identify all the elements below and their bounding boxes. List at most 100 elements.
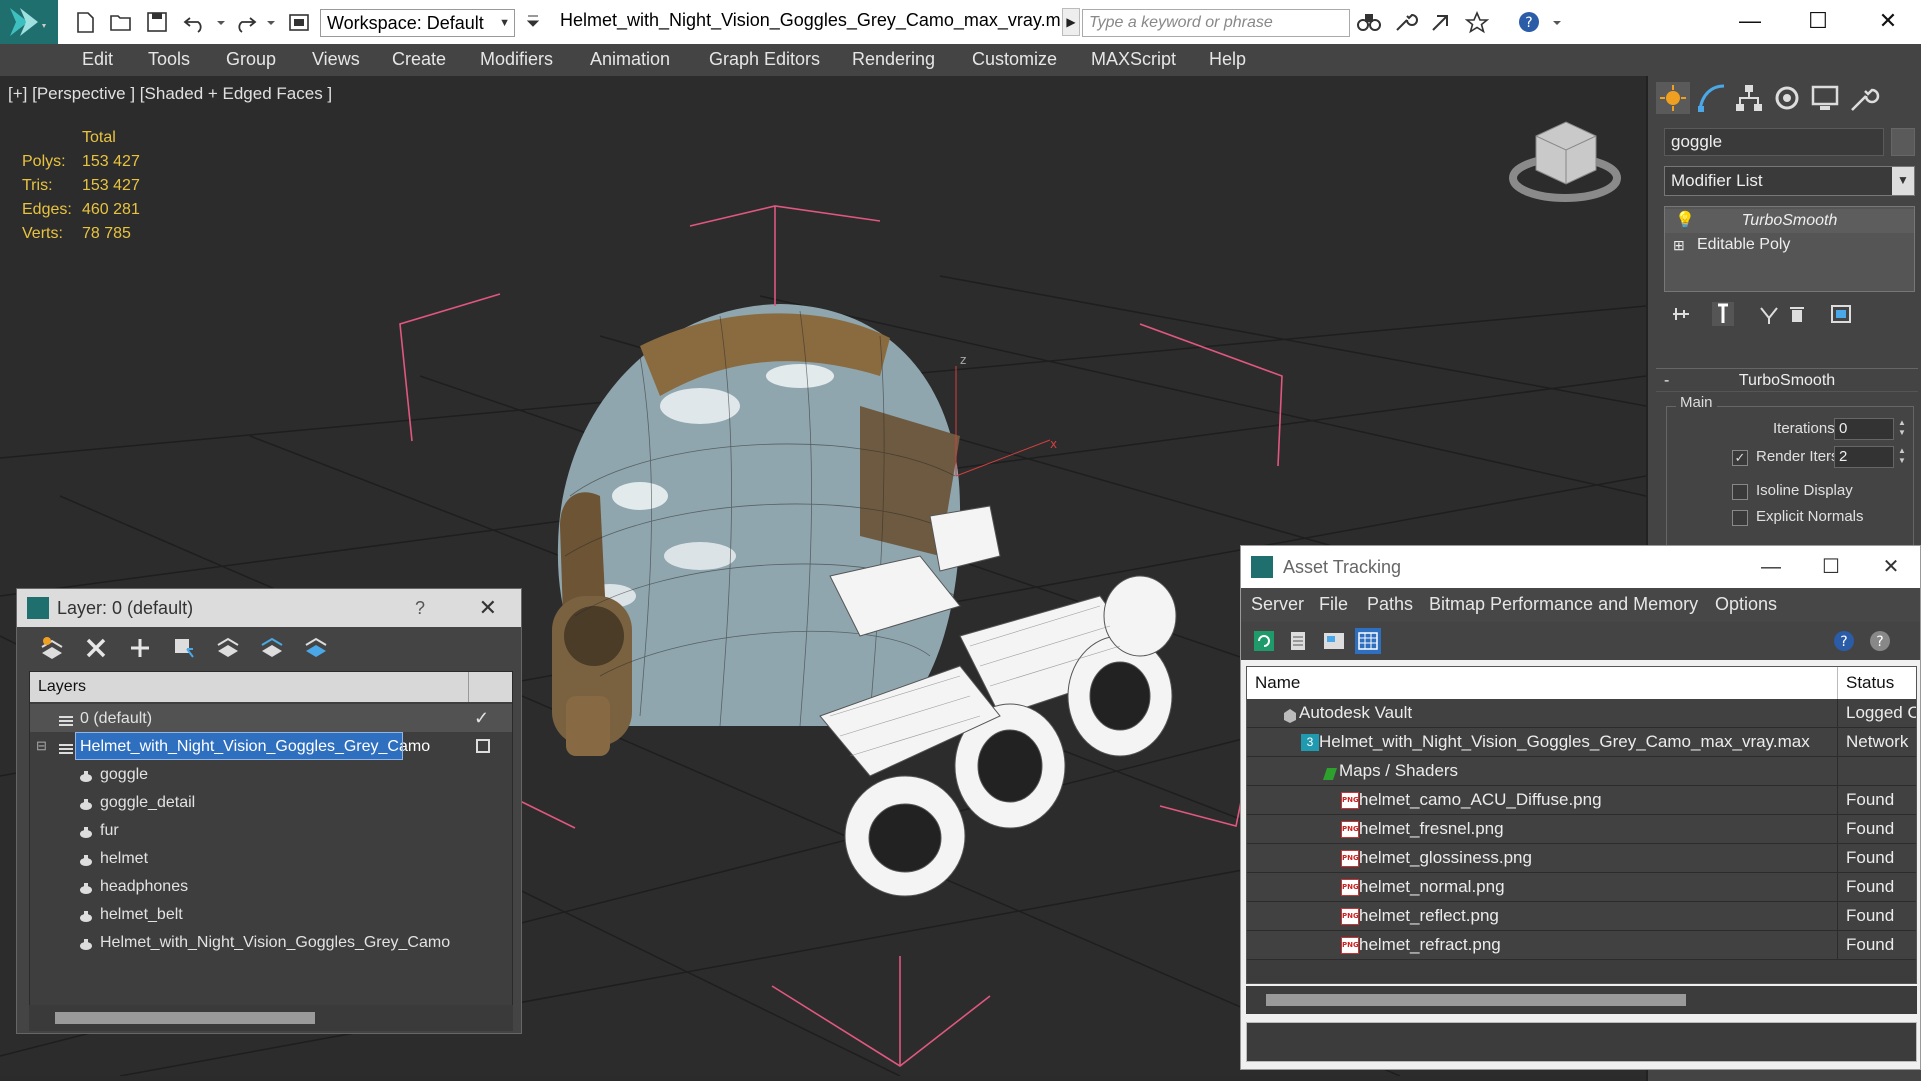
utilities-tab-icon[interactable] [1846,82,1880,114]
show-end-result-icon[interactable] [1712,302,1734,326]
pin-stack-icon[interactable] [1670,302,1692,326]
hierarchy-tab-icon[interactable] [1732,82,1766,114]
isoline-display-checkbox[interactable] [1732,484,1748,500]
menu-edit[interactable]: Edit [82,49,113,70]
collapse-minus-icon[interactable]: - [1664,369,1669,393]
highlight-selected-layer-icon[interactable] [215,635,241,661]
save-icon[interactable] [144,10,170,34]
horizontal-scrollbar[interactable] [1246,986,1917,1014]
window-close-button[interactable]: ✕ [1861,546,1921,588]
layer-row[interactable]: 0 (default) ✓ [30,704,512,732]
menu-create[interactable]: Create [392,49,446,70]
viewport-label[interactable]: [+] [Perspective ] [Shaded + Edged Faces… [8,84,332,104]
window-maximize-button[interactable]: ☐ [1801,546,1861,588]
menu-views[interactable]: Views [312,49,360,70]
search-input[interactable]: Type a keyword or phrase [1082,9,1350,37]
undo-icon[interactable] [182,10,208,34]
thumbnail-view-icon[interactable] [1321,628,1347,654]
spinner-arrows-icon[interactable]: ▲ ▼ [1896,446,1908,468]
window-minimize-button[interactable]: — [1741,546,1801,588]
help-button[interactable]: ? [415,589,425,627]
menu-server[interactable]: Server [1251,594,1304,615]
star-icon[interactable] [1464,10,1490,34]
layer-row[interactable]: ⊟ Helmet_with_Night_Vision_Goggles_Grey_… [30,732,512,760]
table-row[interactable]: Autodesk Vault Logged Out [1247,699,1916,728]
layers-column-header[interactable]: Layers [30,672,512,702]
menu-rendering[interactable]: Rendering [852,49,935,70]
lightbulb-icon[interactable]: 💡 [1675,209,1695,233]
remove-modifier-icon[interactable] [1786,302,1808,326]
collapse-minus-icon[interactable]: ⊟ [36,732,47,760]
table-row[interactable]: PNG helmet_reflect.png Found [1247,902,1916,931]
menu-bitmap-performance[interactable]: Bitmap Performance and Memory [1429,594,1698,615]
layer-window-titlebar[interactable]: Layer: 0 (default) ? ✕ [17,589,521,627]
spinner-arrows-icon[interactable]: ▲ ▼ [1896,418,1908,440]
table-row[interactable]: PNG helmet_glossiness.png Found [1247,844,1916,873]
delete-layer-icon[interactable] [83,635,109,661]
freeze-unfreeze-layers-icon[interactable] [303,635,329,661]
column-divider[interactable] [468,672,469,702]
object-row[interactable]: helmet [30,844,512,872]
help-dropdown-icon[interactable] [1544,10,1561,34]
scrollbar-thumb[interactable] [55,1012,315,1024]
binoculars-icon[interactable] [1356,10,1382,34]
motion-tab-icon[interactable] [1770,82,1804,114]
menu-graph-editors[interactable]: Graph Editors [709,49,820,70]
expand-arrow-icon[interactable]: ▶ [1062,8,1080,36]
configure-modifier-sets-icon[interactable] [1830,302,1852,326]
table-row[interactable]: PNG helmet_fresnel.png Found [1247,815,1916,844]
table-row[interactable]: Maps / Shaders [1247,757,1916,786]
active-layer-check-icon[interactable]: ✓ [474,704,489,732]
menu-file[interactable]: File [1319,594,1348,615]
turbosmooth-rollout-header[interactable]: - TurboSmooth [1656,368,1918,392]
object-row[interactable]: helmet_belt [30,900,512,928]
explicit-normals-checkbox[interactable] [1732,510,1748,526]
hide-unhide-layers-icon[interactable] [259,635,285,661]
create-tab-icon[interactable] [1656,82,1690,114]
horizontal-scrollbar[interactable] [29,1005,513,1031]
menu-help[interactable]: Help [1209,49,1246,70]
workspace-dropdown[interactable]: Workspace: Default ▼ [320,9,515,37]
display-tab-icon[interactable] [1808,82,1842,114]
column-header-status[interactable]: Status [1837,667,1894,699]
undo-dropdown-icon[interactable] [208,10,225,34]
open-folder-icon[interactable] [108,10,134,34]
menu-modifiers[interactable]: Modifiers [480,49,553,70]
wrench-icon[interactable] [1392,10,1418,34]
table-row[interactable]: PNG helmet_normal.png Found [1247,873,1916,902]
window-maximize-button[interactable]: ☐ [1788,4,1848,38]
project-folder-icon[interactable] [286,10,312,34]
object-row[interactable]: headphones [30,872,512,900]
menu-maxscript[interactable]: MAXScript [1091,49,1176,70]
stack-item-editable-poly[interactable]: ⊞ Editable Poly [1665,233,1914,257]
table-row[interactable]: 3 Helmet_with_Night_Vision_Goggles_Grey_… [1247,728,1916,757]
object-color-swatch[interactable] [1891,128,1915,156]
window-minimize-button[interactable]: — [1720,4,1780,38]
viewcube-icon[interactable] [1509,121,1621,202]
redo-icon[interactable] [232,10,258,34]
object-row[interactable]: Helmet_with_Night_Vision_Goggles_Grey_Ca… [30,928,512,956]
create-new-layer-icon[interactable] [39,635,65,661]
add-to-layer-icon[interactable] [127,635,153,661]
help-icon[interactable]: ? [1831,628,1857,654]
redo-dropdown-icon[interactable] [258,10,275,34]
object-row[interactable]: goggle [30,760,512,788]
table-row[interactable]: PNG helmet_refract.png Found [1247,931,1916,960]
object-row[interactable]: fur [30,816,512,844]
expand-plus-icon[interactable]: ⊞ [1673,233,1685,257]
menu-paths[interactable]: Paths [1367,594,1413,615]
render-iters-spinner[interactable]: 2 [1834,446,1894,468]
menu-group[interactable]: Group [226,49,276,70]
new-file-icon[interactable] [72,10,98,34]
column-header-name[interactable]: Name [1255,667,1300,699]
menu-customize[interactable]: Customize [972,49,1057,70]
object-name-field[interactable]: goggle [1664,128,1884,156]
modify-tab-icon[interactable] [1694,82,1728,114]
select-objects-in-layer-icon[interactable] [171,635,197,661]
make-unique-icon[interactable] [1758,302,1780,326]
close-button[interactable]: ✕ [479,589,497,627]
context-help-icon[interactable]: ? [1867,628,1893,654]
table-row[interactable]: PNG helmet_camo_ACU_Diffuse.png Found [1247,786,1916,815]
object-row[interactable]: goggle_detail [30,788,512,816]
menu-animation[interactable]: Animation [590,49,670,70]
